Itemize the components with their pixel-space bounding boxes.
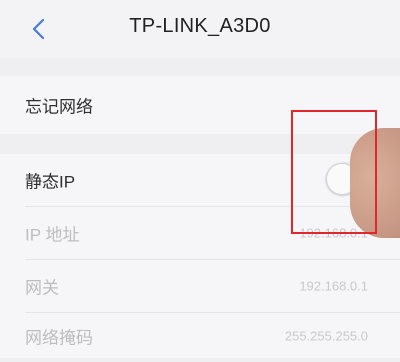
gateway-value[interactable]: 192.168.0.1 — [299, 279, 368, 294]
static-ip-label: 静态IP — [25, 172, 76, 192]
forget-network-label: 忘记网络 — [25, 97, 93, 117]
page-title: TP-LINK_A3D0 — [129, 15, 271, 37]
gateway-row[interactable]: 网关 192.168.0.1 — [0, 260, 400, 312]
gateway-label: 网关 — [25, 278, 59, 298]
subnet-mask-row[interactable]: 网络掩码 255.255.255.0 — [0, 310, 400, 362]
ip-address-label: IP 地址 — [25, 225, 80, 245]
subnet-mask-value[interactable]: 255.255.255.0 — [285, 329, 368, 344]
subnet-mask-label: 网络掩码 — [25, 328, 93, 348]
navigation-bar: TP-LINK_A3D0 — [0, 0, 400, 58]
highlight-box — [291, 110, 377, 234]
